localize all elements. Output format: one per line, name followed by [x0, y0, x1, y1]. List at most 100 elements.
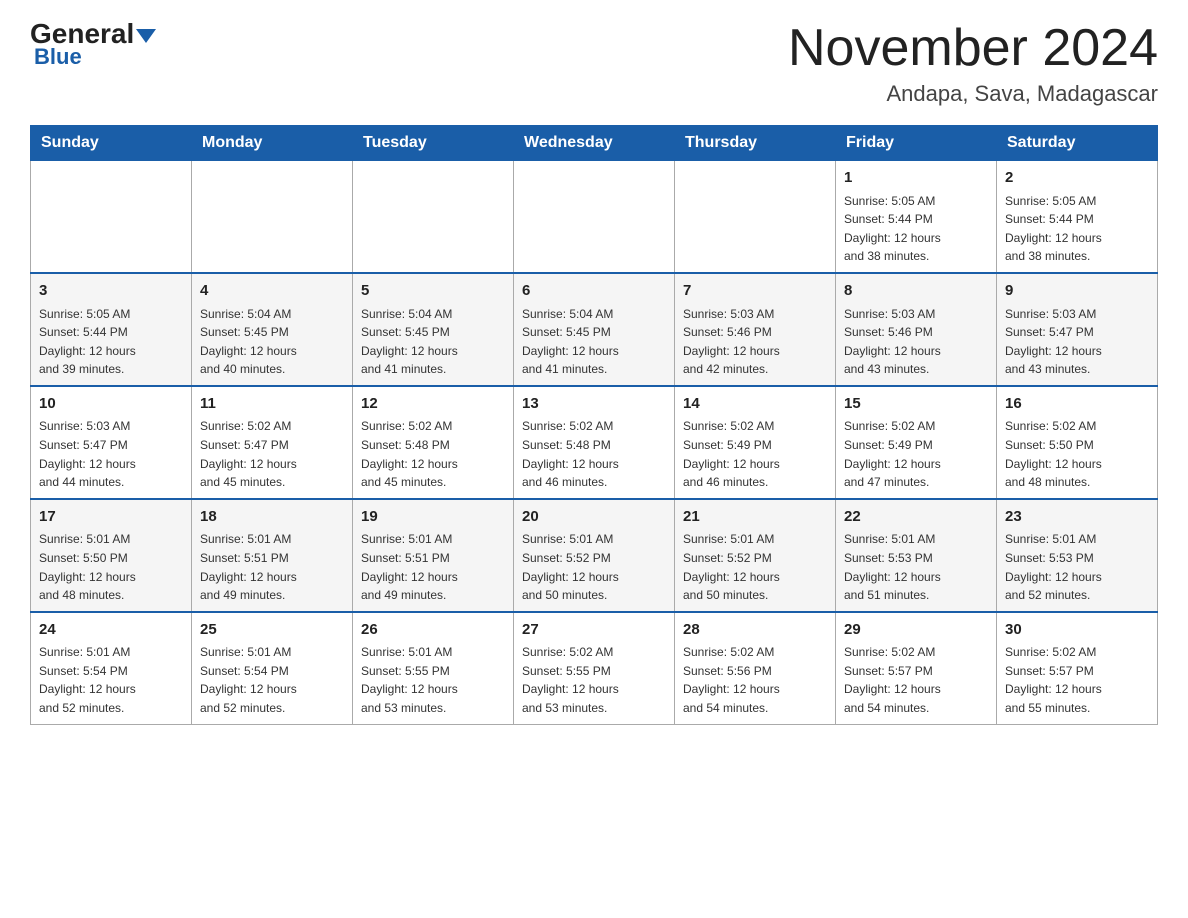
- table-row: 22Sunrise: 5:01 AMSunset: 5:53 PMDayligh…: [836, 499, 997, 612]
- day-info: Sunrise: 5:05 AMSunset: 5:44 PMDaylight:…: [844, 192, 988, 266]
- col-tuesday: Tuesday: [353, 126, 514, 161]
- calendar-week-row: 24Sunrise: 5:01 AMSunset: 5:54 PMDayligh…: [31, 612, 1158, 724]
- calendar-week-row: 17Sunrise: 5:01 AMSunset: 5:50 PMDayligh…: [31, 499, 1158, 612]
- day-number: 8: [844, 280, 988, 303]
- day-number: 3: [39, 280, 183, 303]
- day-number: 7: [683, 280, 827, 303]
- table-row: 20Sunrise: 5:01 AMSunset: 5:52 PMDayligh…: [514, 499, 675, 612]
- table-row: 15Sunrise: 5:02 AMSunset: 5:49 PMDayligh…: [836, 386, 997, 499]
- table-row: 17Sunrise: 5:01 AMSunset: 5:50 PMDayligh…: [31, 499, 192, 612]
- table-row: 5Sunrise: 5:04 AMSunset: 5:45 PMDaylight…: [353, 273, 514, 386]
- day-number: 12: [361, 393, 505, 416]
- table-row: 3Sunrise: 5:05 AMSunset: 5:44 PMDaylight…: [31, 273, 192, 386]
- table-row: 12Sunrise: 5:02 AMSunset: 5:48 PMDayligh…: [353, 386, 514, 499]
- day-number: 5: [361, 280, 505, 303]
- day-info: Sunrise: 5:03 AMSunset: 5:46 PMDaylight:…: [683, 305, 827, 379]
- table-row: 13Sunrise: 5:02 AMSunset: 5:48 PMDayligh…: [514, 386, 675, 499]
- table-row: 10Sunrise: 5:03 AMSunset: 5:47 PMDayligh…: [31, 386, 192, 499]
- table-row: 8Sunrise: 5:03 AMSunset: 5:46 PMDaylight…: [836, 273, 997, 386]
- day-info: Sunrise: 5:01 AMSunset: 5:50 PMDaylight:…: [39, 530, 183, 604]
- calendar-subtitle: Andapa, Sava, Madagascar: [788, 81, 1158, 107]
- col-thursday: Thursday: [675, 126, 836, 161]
- day-number: 2: [1005, 167, 1149, 190]
- header: General Blue November 2024 Andapa, Sava,…: [30, 20, 1158, 107]
- day-number: 15: [844, 393, 988, 416]
- day-number: 16: [1005, 393, 1149, 416]
- table-row: [353, 161, 514, 273]
- day-number: 24: [39, 619, 183, 642]
- calendar-header-row: Sunday Monday Tuesday Wednesday Thursday…: [31, 126, 1158, 161]
- day-number: 14: [683, 393, 827, 416]
- table-row: 19Sunrise: 5:01 AMSunset: 5:51 PMDayligh…: [353, 499, 514, 612]
- day-number: 17: [39, 506, 183, 529]
- day-number: 25: [200, 619, 344, 642]
- day-number: 18: [200, 506, 344, 529]
- day-info: Sunrise: 5:04 AMSunset: 5:45 PMDaylight:…: [200, 305, 344, 379]
- table-row: 14Sunrise: 5:02 AMSunset: 5:49 PMDayligh…: [675, 386, 836, 499]
- table-row: [31, 161, 192, 273]
- calendar-week-row: 10Sunrise: 5:03 AMSunset: 5:47 PMDayligh…: [31, 386, 1158, 499]
- table-row: 1Sunrise: 5:05 AMSunset: 5:44 PMDaylight…: [836, 161, 997, 273]
- col-sunday: Sunday: [31, 126, 192, 161]
- day-info: Sunrise: 5:01 AMSunset: 5:55 PMDaylight:…: [361, 643, 505, 717]
- table-row: 27Sunrise: 5:02 AMSunset: 5:55 PMDayligh…: [514, 612, 675, 724]
- day-number: 21: [683, 506, 827, 529]
- table-row: 11Sunrise: 5:02 AMSunset: 5:47 PMDayligh…: [192, 386, 353, 499]
- day-info: Sunrise: 5:01 AMSunset: 5:51 PMDaylight:…: [200, 530, 344, 604]
- table-row: 18Sunrise: 5:01 AMSunset: 5:51 PMDayligh…: [192, 499, 353, 612]
- day-number: 20: [522, 506, 666, 529]
- day-info: Sunrise: 5:01 AMSunset: 5:54 PMDaylight:…: [39, 643, 183, 717]
- table-row: 28Sunrise: 5:02 AMSunset: 5:56 PMDayligh…: [675, 612, 836, 724]
- day-number: 28: [683, 619, 827, 642]
- day-number: 27: [522, 619, 666, 642]
- table-row: 26Sunrise: 5:01 AMSunset: 5:55 PMDayligh…: [353, 612, 514, 724]
- day-info: Sunrise: 5:03 AMSunset: 5:46 PMDaylight:…: [844, 305, 988, 379]
- day-info: Sunrise: 5:03 AMSunset: 5:47 PMDaylight:…: [39, 417, 183, 491]
- day-info: Sunrise: 5:02 AMSunset: 5:47 PMDaylight:…: [200, 417, 344, 491]
- title-area: November 2024 Andapa, Sava, Madagascar: [788, 20, 1158, 107]
- table-row: 6Sunrise: 5:04 AMSunset: 5:45 PMDaylight…: [514, 273, 675, 386]
- day-number: 22: [844, 506, 988, 529]
- logo-triangle-icon: [136, 29, 156, 43]
- day-info: Sunrise: 5:02 AMSunset: 5:48 PMDaylight:…: [522, 417, 666, 491]
- day-info: Sunrise: 5:01 AMSunset: 5:52 PMDaylight:…: [683, 530, 827, 604]
- day-number: 23: [1005, 506, 1149, 529]
- day-info: Sunrise: 5:05 AMSunset: 5:44 PMDaylight:…: [39, 305, 183, 379]
- logo-blue-text: Blue: [34, 44, 82, 70]
- col-friday: Friday: [836, 126, 997, 161]
- day-info: Sunrise: 5:01 AMSunset: 5:53 PMDaylight:…: [1005, 530, 1149, 604]
- col-wednesday: Wednesday: [514, 126, 675, 161]
- col-monday: Monday: [192, 126, 353, 161]
- day-number: 30: [1005, 619, 1149, 642]
- day-info: Sunrise: 5:02 AMSunset: 5:56 PMDaylight:…: [683, 643, 827, 717]
- table-row: 4Sunrise: 5:04 AMSunset: 5:45 PMDaylight…: [192, 273, 353, 386]
- day-number: 6: [522, 280, 666, 303]
- table-row: 21Sunrise: 5:01 AMSunset: 5:52 PMDayligh…: [675, 499, 836, 612]
- day-number: 29: [844, 619, 988, 642]
- col-saturday: Saturday: [997, 126, 1158, 161]
- calendar-week-row: 3Sunrise: 5:05 AMSunset: 5:44 PMDaylight…: [31, 273, 1158, 386]
- day-info: Sunrise: 5:01 AMSunset: 5:51 PMDaylight:…: [361, 530, 505, 604]
- day-info: Sunrise: 5:02 AMSunset: 5:57 PMDaylight:…: [844, 643, 988, 717]
- day-info: Sunrise: 5:01 AMSunset: 5:53 PMDaylight:…: [844, 530, 988, 604]
- day-number: 1: [844, 167, 988, 190]
- table-row: 23Sunrise: 5:01 AMSunset: 5:53 PMDayligh…: [997, 499, 1158, 612]
- calendar-title: November 2024: [788, 20, 1158, 77]
- day-number: 26: [361, 619, 505, 642]
- day-number: 19: [361, 506, 505, 529]
- day-info: Sunrise: 5:02 AMSunset: 5:49 PMDaylight:…: [844, 417, 988, 491]
- day-number: 9: [1005, 280, 1149, 303]
- day-number: 11: [200, 393, 344, 416]
- table-row: 2Sunrise: 5:05 AMSunset: 5:44 PMDaylight…: [997, 161, 1158, 273]
- table-row: 24Sunrise: 5:01 AMSunset: 5:54 PMDayligh…: [31, 612, 192, 724]
- day-info: Sunrise: 5:01 AMSunset: 5:52 PMDaylight:…: [522, 530, 666, 604]
- day-number: 13: [522, 393, 666, 416]
- table-row: [192, 161, 353, 273]
- day-info: Sunrise: 5:02 AMSunset: 5:48 PMDaylight:…: [361, 417, 505, 491]
- day-info: Sunrise: 5:02 AMSunset: 5:50 PMDaylight:…: [1005, 417, 1149, 491]
- table-row: 30Sunrise: 5:02 AMSunset: 5:57 PMDayligh…: [997, 612, 1158, 724]
- table-row: [675, 161, 836, 273]
- table-row: 9Sunrise: 5:03 AMSunset: 5:47 PMDaylight…: [997, 273, 1158, 386]
- table-row: 25Sunrise: 5:01 AMSunset: 5:54 PMDayligh…: [192, 612, 353, 724]
- day-info: Sunrise: 5:02 AMSunset: 5:57 PMDaylight:…: [1005, 643, 1149, 717]
